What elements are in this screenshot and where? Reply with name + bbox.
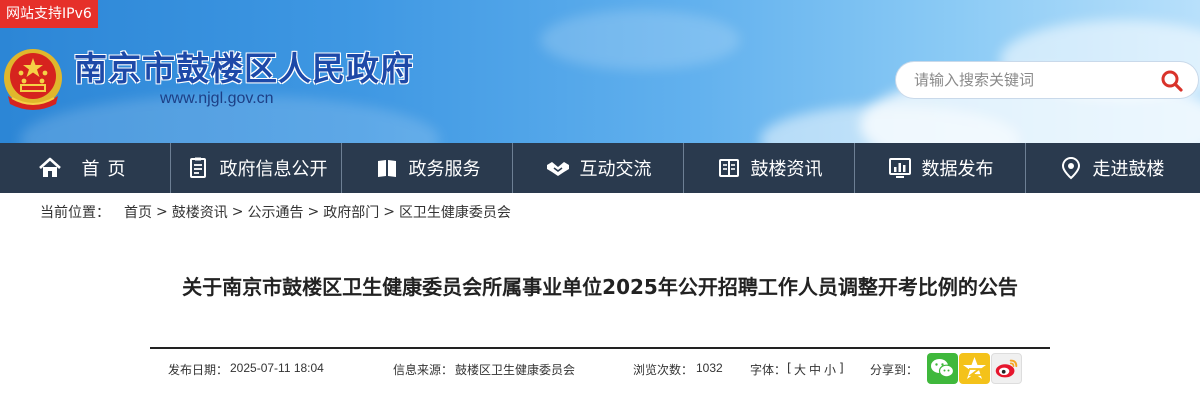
breadcrumb-link[interactable]: 区卫生健康委员会 [399, 202, 511, 222]
nav-item-gov-info[interactable]: 政府信息公开 [171, 143, 342, 193]
breadcrumb-link[interactable]: 政府部门 [323, 202, 379, 222]
news-book-icon [718, 159, 739, 177]
breadcrumb-separator: > [383, 204, 395, 220]
views-label: 浏览次数： [633, 363, 694, 377]
breadcrumb-separator: > [156, 204, 168, 220]
header-banner: 网站支持IPv6 南京市鼓楼区人民政府 www.njgl.gov.cn [0, 0, 1200, 143]
share-weibo-button[interactable] [991, 353, 1022, 384]
font-bracket-close: ] [839, 361, 844, 375]
share-label: 分享到： [870, 363, 919, 377]
breadcrumb-link[interactable]: 公示通告 [247, 202, 303, 222]
national-emblem-icon [4, 49, 62, 110]
ipv6-badge: 网站支持IPv6 [0, 0, 98, 28]
main-nav: 首页 政府信息公开 政务服务 互动交流 鼓楼资讯 数据发布 走进鼓楼 [0, 143, 1200, 193]
publish-date-label: 发布日期： [168, 363, 229, 377]
font-bracket-open: [ [787, 361, 792, 375]
font-size-medium-button[interactable]: 中 [809, 361, 821, 378]
nav-item-about[interactable]: 走进鼓楼 [1026, 143, 1197, 193]
search-box [896, 62, 1198, 98]
nav-item-label: 政务服务 [408, 159, 481, 180]
qzone-icon [963, 357, 986, 379]
handshake-icon [546, 162, 569, 176]
nav-item-label: 鼓楼资讯 [750, 159, 823, 180]
article-title: 关于南京市鼓楼区卫生健康委员会所属事业单位2025年公开招聘工作人员调整开考比例… [182, 275, 1018, 299]
weibo-icon [995, 359, 1018, 378]
breadcrumb-separator: > [231, 204, 244, 220]
source-value: 鼓楼区卫生健康委员会 [455, 363, 576, 377]
nav-item-label: 政府信息公开 [219, 159, 328, 180]
share-wechat-button[interactable] [927, 353, 958, 384]
search-icon[interactable] [1160, 69, 1184, 93]
document-icon [189, 157, 206, 178]
location-pin-icon [1061, 156, 1080, 180]
search-input[interactable] [914, 70, 1154, 90]
font-size-large-button[interactable]: 大 [794, 361, 806, 378]
site-title[interactable]: 南京市鼓楼区人民政府 [74, 50, 414, 88]
nav-item-label: 走进鼓楼 [1092, 159, 1165, 180]
nav-item-interaction[interactable]: 互动交流 [513, 143, 684, 193]
chart-screen-icon [888, 158, 911, 178]
source-label: 信息来源： [393, 363, 454, 377]
home-icon [38, 157, 61, 177]
nav-item-services[interactable]: 政务服务 [342, 143, 513, 193]
nav-item-home[interactable]: 首页 [0, 143, 171, 193]
nav-item-label: 数据发布 [921, 159, 994, 180]
share-qzone-button[interactable] [959, 353, 990, 384]
nav-item-news[interactable]: 鼓楼资讯 [684, 143, 855, 193]
breadcrumb-label: 当前位置： [40, 205, 110, 221]
font-size-small-button[interactable]: 小 [824, 361, 836, 378]
site-url: www.njgl.gov.cn [160, 90, 274, 107]
breadcrumb-link[interactable]: 首页 [124, 202, 152, 222]
publish-date: 2025-07-11 18:04 [230, 361, 324, 375]
wechat-icon [931, 359, 955, 378]
book-icon [377, 160, 396, 177]
breadcrumb: 当前位置： 首页 > 鼓楼资讯 > 公示通告 > 政府部门 > 区卫生健康委员会 [40, 202, 511, 222]
nav-item-data[interactable]: 数据发布 [855, 143, 1026, 193]
article-meta: 发布日期： 2025-07-11 18:04 信息来源： 鼓楼区卫生健康委员会 … [150, 352, 1050, 386]
nav-item-label: 互动交流 [579, 159, 652, 180]
breadcrumb-separator: > [307, 204, 320, 220]
font-size-label: 字体： [750, 363, 787, 377]
nav-item-label: 首页 [81, 159, 134, 180]
cloud-decoration [540, 10, 740, 70]
views-count: 1032 [696, 361, 723, 375]
breadcrumb-link[interactable]: 鼓楼资讯 [172, 202, 228, 222]
title-divider [150, 347, 1050, 349]
